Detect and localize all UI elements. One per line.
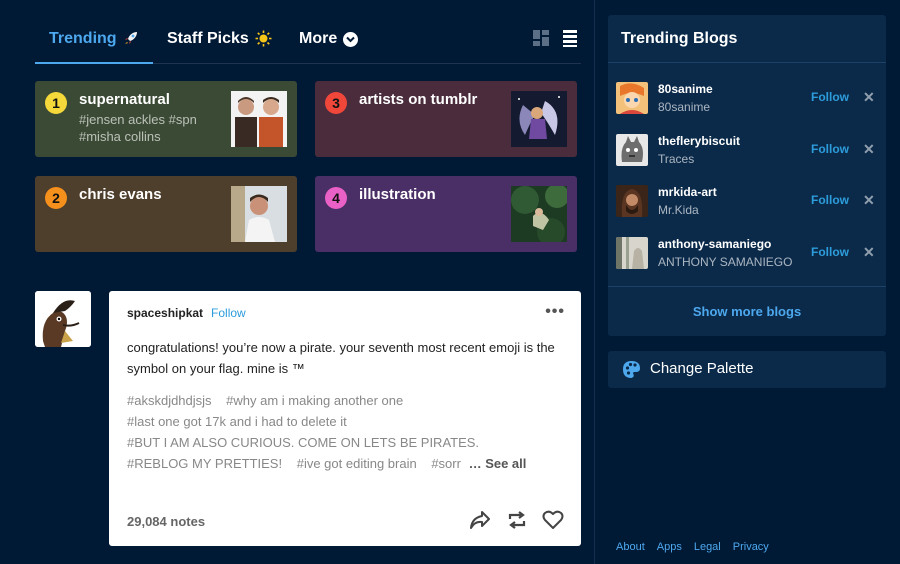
post-header: spaceshipkat Follow (127, 306, 246, 320)
follow-button[interactable]: Follow (811, 193, 849, 207)
divider (608, 286, 886, 287)
show-more-blogs-button[interactable]: Show more blogs (608, 304, 886, 319)
post-follow-button[interactable]: Follow (211, 306, 246, 320)
trending-card-illustration[interactable]: 4 illustration (315, 176, 577, 252)
trending-tags: #jensen ackles #spn #misha collins (79, 112, 197, 144)
blog-avatar[interactable] (616, 134, 648, 166)
post-notes-count[interactable]: 29,084 notes (127, 514, 205, 529)
trending-blogs-title: Trending Blogs (621, 30, 738, 47)
post-tag[interactable]: #BUT I AM ALSO CURIOUS. COME ON LETS BE … (127, 435, 479, 450)
post-tag[interactable]: #ive got editing brain (297, 456, 417, 471)
trending-thumbnail (231, 186, 287, 242)
tab-more-label: More (299, 30, 338, 47)
rank-badge: 1 (45, 92, 67, 114)
heart-icon[interactable] (542, 510, 564, 535)
blog-name[interactable]: mrkida-art (658, 185, 717, 199)
tab-more[interactable]: More (299, 30, 359, 63)
grid-view-icon[interactable] (533, 30, 549, 51)
tab-staff-picks[interactable]: Staff Picks (167, 30, 272, 63)
trending-title: illustration (359, 186, 436, 203)
close-icon[interactable]: ✕ (863, 89, 875, 106)
see-all-tags-link[interactable]: … See all (469, 456, 527, 471)
change-palette-button[interactable]: Change Palette (608, 351, 886, 388)
close-icon[interactable]: ✕ (863, 141, 875, 158)
rocket-icon (123, 30, 139, 51)
divider (608, 62, 886, 63)
sun-icon (255, 30, 272, 52)
post-tag[interactable]: #REBLOG MY PRETTIES! (127, 456, 282, 471)
footer-link-apps[interactable]: Apps (657, 541, 682, 553)
post-tag[interactable]: #akskdjdhdjsjs (127, 393, 212, 408)
post-author-name[interactable]: spaceshipkat (127, 306, 203, 320)
blog-name[interactable]: theflerybiscuit (658, 134, 740, 148)
blog-row[interactable]: anthony-samaniego ANTHONY SAMANIEGO Foll… (608, 233, 886, 273)
trending-card-chris-evans[interactable]: 2 chris evans (35, 176, 297, 252)
blog-avatar[interactable] (616, 185, 648, 217)
trending-card-supernatural[interactable]: 1 supernatural #jensen ackles #spn #mish… (35, 81, 297, 157)
trending-blogs-panel: Trending Blogs 80sanime 80sanime Follow … (608, 15, 886, 336)
post-tags: #akskdjdhdjsjs #why am i making another … (127, 390, 567, 474)
trending-thumbnail (511, 184, 569, 246)
follow-button[interactable]: Follow (811, 245, 849, 259)
trending-thumbnail (511, 91, 567, 147)
rank-badge: 3 (325, 92, 347, 114)
reblog-icon[interactable] (506, 510, 528, 535)
blog-subtitle: Mr.Kida (658, 203, 699, 217)
tab-staff-picks-label: Staff Picks (167, 30, 249, 47)
follow-button[interactable]: Follow (811, 142, 849, 156)
rank-badge: 2 (45, 187, 67, 209)
post-body-text: congratulations! you’re now a pirate. yo… (127, 340, 555, 376)
trending-title: artists on tumblr (359, 91, 478, 108)
chevron-down-circle-icon (343, 32, 359, 47)
post-tag[interactable]: #why am i making another one (226, 393, 403, 408)
follow-button[interactable]: Follow (811, 90, 849, 104)
post-menu-button[interactable]: ••• (545, 303, 565, 321)
blog-row[interactable]: theflerybiscuit Traces Follow ✕ (608, 130, 886, 170)
palette-icon (622, 360, 641, 384)
post-tag[interactable]: #sorr (431, 456, 461, 471)
post-author-avatar[interactable] (35, 291, 91, 347)
trending-card-artists-on-tumblr[interactable]: 3 artists on tumblr (315, 81, 577, 157)
close-icon[interactable]: ✕ (863, 244, 875, 261)
tab-trending-label: Trending (49, 30, 117, 47)
footer-link-privacy[interactable]: Privacy (733, 541, 769, 553)
blog-name[interactable]: 80sanime (658, 82, 713, 96)
blog-row[interactable]: mrkida-art Mr.Kida Follow ✕ (608, 181, 886, 221)
blog-name[interactable]: anthony-samaniego (658, 237, 771, 251)
share-icon[interactable] (469, 510, 491, 535)
trending-thumbnail (231, 91, 287, 147)
blog-subtitle: Traces (658, 152, 695, 166)
list-view-icon[interactable] (563, 30, 577, 52)
column-divider (594, 0, 595, 564)
rank-badge: 4 (325, 187, 347, 209)
blog-avatar[interactable] (616, 237, 648, 269)
blog-subtitle: 80sanime (658, 100, 711, 114)
trending-title: chris evans (79, 186, 162, 203)
feed-tabs: Trending Staff Picks More (35, 22, 581, 64)
post-tag[interactable]: #last one got 17k and i had to delete it (127, 414, 347, 429)
tab-trending[interactable]: Trending (35, 30, 153, 64)
post-card: spaceshipkat Follow ••• congratulations!… (109, 291, 581, 546)
footer-link-legal[interactable]: Legal (694, 541, 721, 553)
footer-link-about[interactable]: About (616, 541, 645, 553)
blog-subtitle: ANTHONY SAMANIEGO (658, 255, 793, 269)
blog-avatar[interactable] (616, 82, 648, 114)
blog-row[interactable]: 80sanime 80sanime Follow ✕ (608, 78, 886, 118)
trending-title: supernatural (79, 91, 170, 108)
close-icon[interactable]: ✕ (863, 192, 875, 209)
footer-links: About Apps Legal Privacy (616, 541, 769, 553)
change-palette-label: Change Palette (650, 360, 754, 377)
